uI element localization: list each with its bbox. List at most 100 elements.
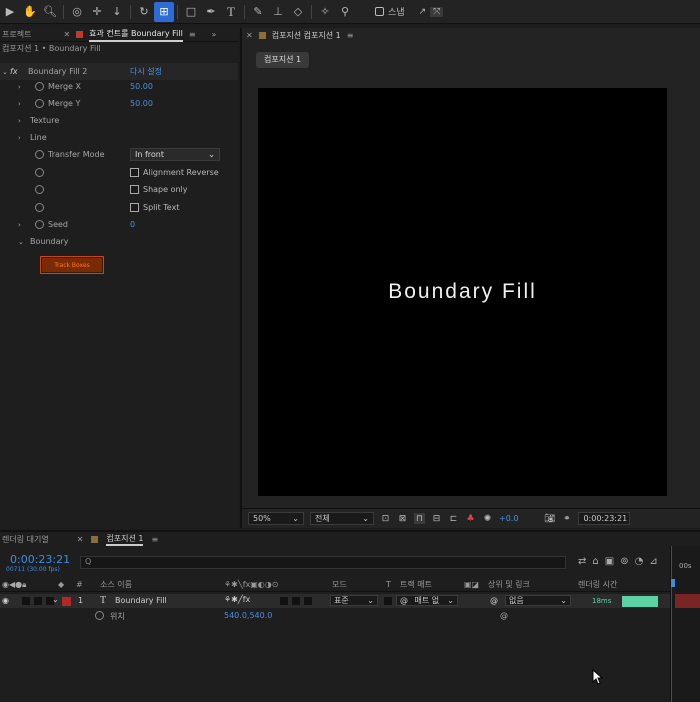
guides-icon[interactable]: ⊟ bbox=[431, 513, 442, 524]
rotate-tool-icon[interactable]: ↻ bbox=[134, 2, 154, 22]
pickwhip-icon[interactable]: @ bbox=[500, 611, 508, 620]
panel-menu-icon[interactable]: ≡ bbox=[151, 535, 158, 544]
shy-layers-icon[interactable]: ▣ bbox=[605, 556, 614, 567]
stopwatch-icon[interactable] bbox=[35, 168, 44, 177]
orbit-camera-icon[interactable]: ◎ bbox=[67, 2, 87, 22]
color-management-icon[interactable]: ♣ bbox=[465, 513, 476, 524]
motion-blur-icon[interactable]: ◔ bbox=[635, 556, 644, 567]
transparency-grid-icon[interactable]: ⊠ bbox=[397, 513, 408, 524]
position-value[interactable]: 540.0,540.0 bbox=[224, 611, 272, 620]
col-mode[interactable]: 모드 bbox=[332, 579, 347, 590]
mask-visibility-icon[interactable]: ⊓ bbox=[414, 513, 425, 524]
tab-effect-controls[interactable]: 효과 컨트롤 Boundary Fill bbox=[89, 28, 183, 42]
rectangle-tool-icon[interactable]: □ bbox=[181, 2, 201, 22]
layer-switch-box[interactable] bbox=[304, 597, 312, 605]
checkbox-box[interactable] bbox=[130, 185, 139, 194]
frame-blending-icon[interactable]: ⊚ bbox=[620, 556, 628, 567]
stopwatch-icon[interactable] bbox=[35, 203, 44, 212]
col-source-name[interactable]: 소스 이름 bbox=[100, 579, 132, 590]
chevron-right-icon[interactable]: › bbox=[18, 83, 21, 91]
line-group-row[interactable]: › Line bbox=[0, 129, 238, 146]
panel-menu-icon[interactable]: ≡ bbox=[347, 31, 354, 40]
split-text-checkbox[interactable]: Split Text bbox=[130, 203, 179, 212]
panel-close-icon[interactable]: ✕ bbox=[63, 30, 70, 39]
zoom-tool-icon[interactable]: 🔍︎ bbox=[40, 2, 60, 22]
layer-switch-box[interactable] bbox=[280, 597, 288, 605]
layer-label-color[interactable] bbox=[62, 597, 71, 606]
layer-search-input[interactable]: Q bbox=[80, 556, 566, 569]
panel-close-icon[interactable]: ✕ bbox=[246, 31, 253, 40]
stopwatch-icon[interactable] bbox=[35, 150, 44, 159]
composition-viewer[interactable]: Boundary Fill bbox=[258, 88, 667, 496]
track-boxes-button[interactable]: Track Boxes bbox=[40, 256, 104, 274]
merge-y-value[interactable]: 50.00 bbox=[130, 99, 153, 108]
pan-camera-icon[interactable]: ✛ bbox=[87, 2, 107, 22]
track-matte-dropdown[interactable]: @ 매트 없 ⌄ bbox=[396, 595, 458, 606]
boundary-group-row[interactable]: ⌄ Boundary bbox=[0, 233, 238, 250]
seed-value[interactable]: 0 bbox=[130, 220, 135, 229]
checkbox-box[interactable] bbox=[130, 168, 139, 177]
col-render-time[interactable]: 렌더링 시간 bbox=[578, 579, 617, 590]
chevron-right-icon[interactable]: › bbox=[18, 221, 21, 229]
panel-expand-icon[interactable]: » bbox=[212, 30, 217, 39]
layer-mode-dropdown[interactable]: 표준 ⌄ bbox=[330, 595, 378, 606]
zoom-dropdown[interactable]: 50% ⌄ bbox=[248, 512, 304, 525]
tab-render-queue[interactable]: 렌더링 대기열 bbox=[2, 534, 49, 545]
chevron-right-icon[interactable]: › bbox=[18, 134, 21, 142]
parent-dropdown[interactable]: 없음 ⌄ bbox=[505, 595, 571, 606]
layer-row[interactable]: ◉ ⌄ 1 T Boundary Fill ⚘✱╱fx 표준 ⌄ @ 매트 없 … bbox=[0, 594, 670, 608]
effect-reset-link[interactable]: 다시 설정 bbox=[130, 66, 162, 77]
fx-icon[interactable]: fx bbox=[10, 67, 18, 76]
selection-tool-icon[interactable]: ▶ bbox=[0, 2, 20, 22]
pen-tool-icon[interactable]: ✒ bbox=[201, 2, 221, 22]
transfer-mode-dropdown[interactable]: In front ⌄ bbox=[130, 148, 220, 161]
stopwatch-icon[interactable] bbox=[35, 185, 44, 194]
playhead-line[interactable] bbox=[671, 546, 672, 702]
chevron-down-icon[interactable]: ⌄ bbox=[18, 238, 24, 246]
draft-3d-icon[interactable]: ⌂ bbox=[592, 556, 598, 567]
type-tool-icon[interactable]: T bbox=[221, 2, 241, 22]
snap-toggle[interactable]: 스냅 ↗ ⤧ bbox=[375, 5, 444, 18]
brush-tool-icon[interactable]: ✎ bbox=[248, 2, 268, 22]
exposure-reset-icon[interactable]: ✺ bbox=[482, 513, 493, 524]
layer-switches[interactable]: ⚘✱╱fx bbox=[224, 595, 250, 604]
graph-editor-icon[interactable]: ⊿ bbox=[649, 556, 657, 567]
position-property-row[interactable]: 위치 540.0,540.0 @ bbox=[0, 609, 670, 623]
comp-navigator-pill[interactable]: 컴포지션 1 bbox=[256, 52, 310, 68]
eye-icon[interactable]: ◉ bbox=[2, 596, 9, 605]
snap-grid-icon[interactable]: ⤧ bbox=[430, 6, 444, 17]
checkbox-box[interactable] bbox=[130, 203, 139, 212]
time-ruler[interactable]: 00s bbox=[670, 546, 700, 702]
exposure-value[interactable]: +0.0 bbox=[499, 514, 518, 523]
layer-duration-bar[interactable] bbox=[675, 594, 700, 608]
preserve-transparency-toggle[interactable] bbox=[384, 597, 392, 605]
layer-switch-box[interactable] bbox=[292, 597, 300, 605]
timeline-timecode[interactable]: 0:00:23:21 bbox=[10, 553, 70, 566]
snapshot-camera-icon[interactable]: 📷︎ bbox=[544, 513, 555, 524]
stopwatch-icon[interactable] bbox=[95, 611, 104, 620]
tab-project[interactable]: 프로젝트 bbox=[2, 29, 31, 40]
eraser-tool-icon[interactable]: ◇ bbox=[288, 2, 308, 22]
tab-composition[interactable]: 컴포지션 컴포지션 1 bbox=[272, 30, 341, 41]
viewer-timecode[interactable]: 0:00:23:21 bbox=[578, 512, 631, 525]
texture-group-row[interactable]: › Texture bbox=[0, 112, 238, 129]
roto-brush-icon[interactable]: ✧ bbox=[315, 2, 335, 22]
panel-close-icon[interactable]: ✕ bbox=[77, 535, 84, 544]
merge-x-value[interactable]: 50.00 bbox=[130, 82, 153, 91]
show-snapshot-icon[interactable]: ⚭ bbox=[561, 513, 572, 524]
chevron-down-icon[interactable]: ⌄ bbox=[52, 595, 59, 604]
solo-toggle[interactable] bbox=[34, 597, 42, 605]
chevron-right-icon[interactable]: › bbox=[18, 100, 21, 108]
stopwatch-icon[interactable] bbox=[35, 82, 44, 91]
col-parent[interactable]: 상위 및 링크 bbox=[488, 579, 530, 590]
snap-checkbox[interactable] bbox=[375, 7, 384, 16]
anchor-point-tool-icon[interactable]: ⊞ bbox=[154, 1, 174, 22]
chevron-right-icon[interactable]: › bbox=[18, 117, 21, 125]
hand-tool-icon[interactable]: ✋ bbox=[20, 2, 40, 22]
resolution-dropdown[interactable]: 전체 ⌄ bbox=[310, 512, 374, 525]
stopwatch-icon[interactable] bbox=[35, 99, 44, 108]
tab-timeline-comp[interactable]: 컴포지션 1 bbox=[106, 533, 144, 546]
shape-only-checkbox[interactable]: Shape only bbox=[130, 185, 188, 194]
chevron-down-icon[interactable]: ⌄ bbox=[2, 68, 8, 76]
audio-toggle[interactable] bbox=[22, 597, 30, 605]
